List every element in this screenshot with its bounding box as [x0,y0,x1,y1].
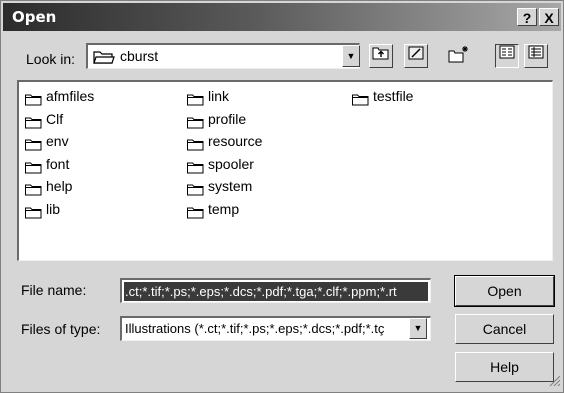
file-list-item-label: lib [46,200,61,217]
lookin-label-text: Look in: [26,51,76,67]
create-new-folder-icon [448,46,470,66]
filetype-select[interactable]: Illustrations (*.ct;*.tif;*.ps;*.eps;*.d… [120,316,431,341]
filename-input[interactable]: .ct;*.tif;*.ps;*.eps;*.dcs;*.pdf;*.tga;*… [120,278,431,303]
list-view-button[interactable] [495,44,519,68]
up-one-level-icon [372,47,390,64]
chevron-down-icon: ▼ [346,51,356,61]
file-list-item-label: Clf [46,110,64,127]
open-dialog: Open ? X Look in: cburst ▼ afmfiles Clf … [0,0,564,393]
filetype-value: Illustrations (*.ct;*.tif;*.ps;*.eps;*.d… [125,321,385,336]
help-button[interactable]: Help [455,352,554,382]
lookin-label: Look in: [26,51,75,67]
file-list-item-label: temp [208,200,240,217]
chevron-down-icon: ▼ [413,323,423,333]
lookin-combobox[interactable]: cburst [86,43,360,69]
filename-value: .ct;*.tif;*.ps;*.eps;*.dcs;*.pdf;*.tga;*… [124,282,428,301]
file-list-item-label: profile [208,110,247,127]
title-bar[interactable]: Open ? X [3,3,561,31]
lookin-dropdown-button[interactable]: ▼ [342,45,360,67]
filetype-dropdown-button[interactable]: ▼ [409,318,427,339]
desktop-button[interactable] [404,44,428,68]
file-list-item-label: testfile [373,88,414,104]
file-list-item-label: env [46,133,69,149]
resize-grip-icon[interactable] [549,375,561,390]
open-button[interactable]: Open [454,275,555,307]
file-list[interactable]: afmfiles Clf env font help lib link profile reso… [17,80,553,261]
cancel-button[interactable]: Cancel [455,314,554,344]
open-folder-icon [93,49,115,68]
file-list-item-label: afmfiles [46,88,95,104]
details-view-button[interactable] [524,44,548,68]
file-list-item-label: system [208,178,253,194]
file-list-item-label: spooler [208,155,254,172]
help-title-button[interactable]: ? [517,8,537,26]
filename-label: File name: [21,282,87,298]
file-list-item-label: font [46,155,70,172]
desktop-icon [407,46,425,64]
up-one-level-button[interactable] [369,44,393,68]
list-view-icon [499,45,515,62]
close-button[interactable]: X [539,8,559,26]
file-list-item-label: link [208,88,230,104]
details-view-icon [528,45,544,62]
file-list-item-label: resource [208,133,263,149]
window-title: Open [12,8,57,26]
create-new-folder-button[interactable] [447,44,471,68]
lookin-value: cburst [120,48,159,64]
file-list-item-label: help [46,178,73,194]
filetype-label: Files of type: [21,321,101,337]
